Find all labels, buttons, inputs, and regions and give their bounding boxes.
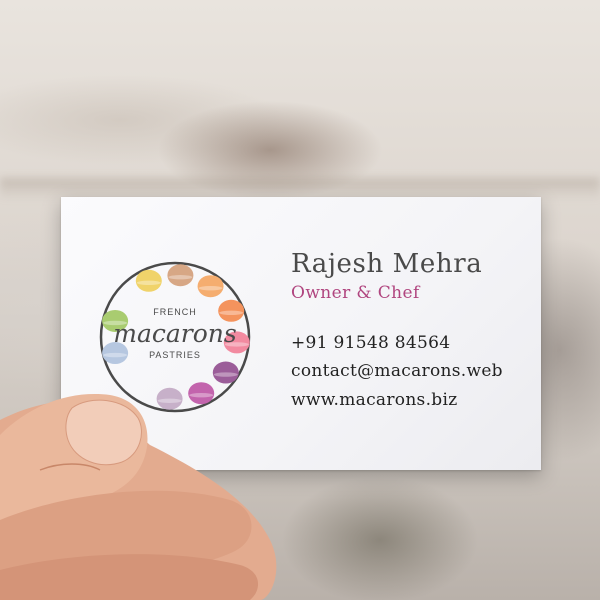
card-name: Rajesh Mehra [291,249,483,279]
finger-1 [0,490,252,590]
logo-main-text: macarons [113,319,236,348]
logo-top-text: FRENCH [153,307,197,317]
business-card: FRENCH macarons PASTRIES Rajesh Mehra Ow… [61,197,541,470]
card-email: contact@macarons.web [291,361,503,381]
finger-2 [0,554,259,600]
macaron-8 [156,387,183,410]
card-website: www.macarons.biz [291,390,458,410]
macaron-3 [197,275,224,298]
macaron-2 [167,264,194,287]
card-role: Owner & Chef [291,283,420,303]
macaron-1 [135,269,162,292]
card-phone: +91 91548 84564 [291,333,451,353]
logo-bottom-text: PASTRIES [149,350,201,360]
macaron-6 [212,361,239,384]
macarons-logo: FRENCH macarons PASTRIES [99,261,251,413]
macaron-7 [188,382,215,405]
blurred-background: FRENCH macarons PASTRIES Rajesh Mehra Ow… [0,0,600,600]
